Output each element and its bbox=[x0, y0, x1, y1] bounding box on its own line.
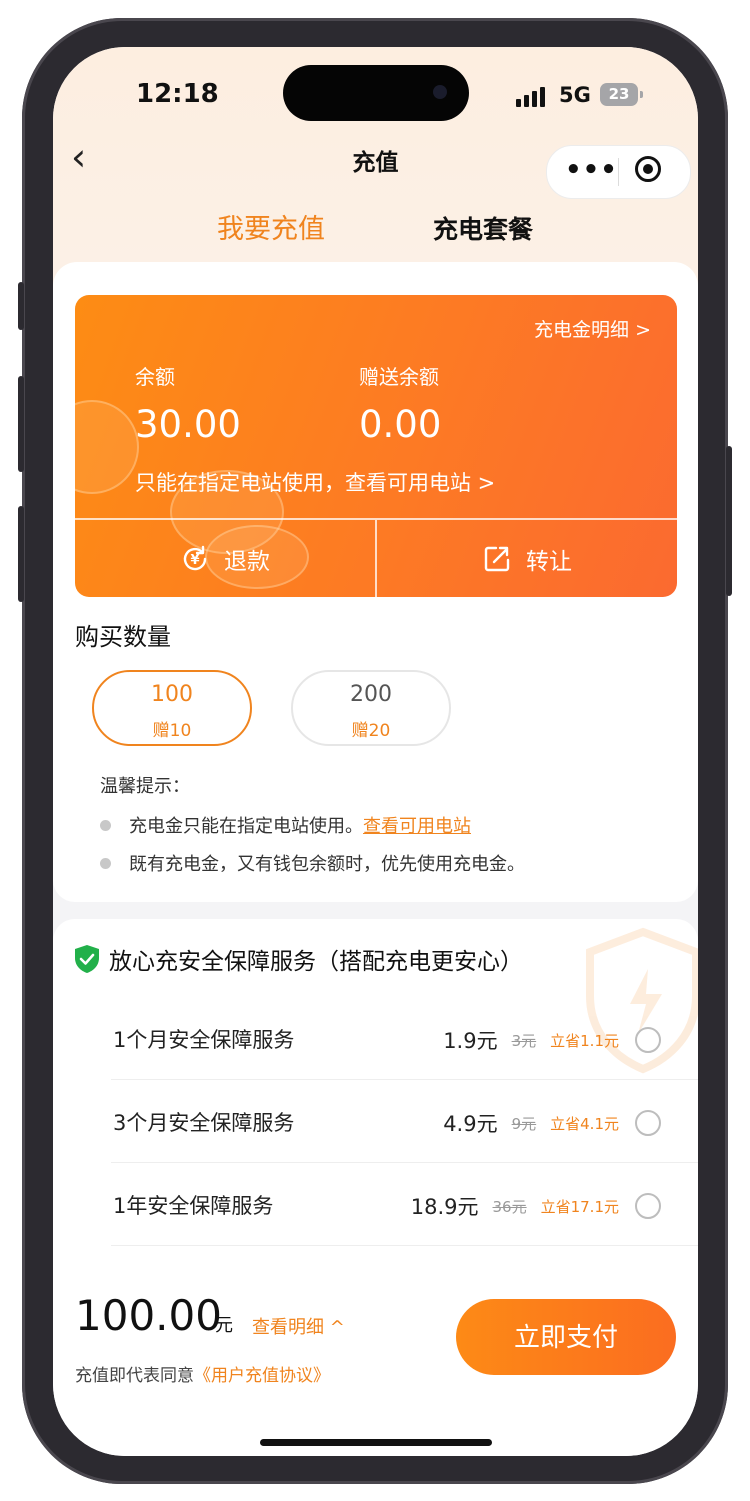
quantity-title: 购买数量 bbox=[75, 623, 171, 651]
insurance-plan-row[interactable]: 3个月安全保障服务 4.9元 9元 立省4.1元 bbox=[111, 1081, 698, 1163]
currency-unit: 元 bbox=[215, 1315, 233, 1336]
tip-item: 既有充电金，又有钱包余额时，优先使用充电金。 bbox=[100, 850, 525, 876]
transfer-button[interactable]: 转让 bbox=[377, 520, 677, 597]
balance-value: 30.00 bbox=[135, 403, 241, 446]
agreement-text: 充值即代表同意《用户充值协议》 bbox=[75, 1361, 330, 1386]
tip-item: 充电金只能在指定电站使用。查看可用电站 bbox=[100, 812, 471, 838]
plan-saving: 立省1.1元 bbox=[550, 1031, 619, 1050]
insurance-header: 放心充安全保障服务（搭配充电更安心） bbox=[73, 941, 523, 977]
more-button[interactable]: ••• bbox=[565, 157, 618, 183]
balance-card: 充电金明细 > 余额 赠送余额 30.00 0.00 只能在指定电站使用，查看可… bbox=[75, 295, 677, 597]
transfer-label: 转让 bbox=[526, 548, 572, 575]
phone-side-button bbox=[18, 376, 24, 472]
plan-radio[interactable] bbox=[635, 1110, 661, 1136]
phone-side-button bbox=[18, 506, 24, 602]
gift-balance-label: 赠送余额 bbox=[359, 365, 439, 389]
phone-side-button bbox=[18, 282, 24, 330]
close-target-icon[interactable] bbox=[635, 156, 661, 182]
checkout-bar: 100.00 元 查看明细 ^ 充值即代表同意《用户充值协议》 立即支付 bbox=[53, 1269, 698, 1456]
tab-charging-package[interactable]: 充电套餐 bbox=[433, 210, 533, 246]
available-stations-link[interactable]: 只能在指定电站使用，查看可用电站 > bbox=[135, 467, 495, 497]
signal-icon bbox=[516, 85, 550, 107]
quantity-option-200[interactable]: 200 赠20 bbox=[291, 670, 451, 746]
refund-button[interactable]: ¥ 退款 bbox=[75, 520, 375, 597]
option-amount: 100 bbox=[151, 682, 193, 707]
option-bonus: 赠10 bbox=[152, 721, 192, 741]
plan-name: 3个月安全保障服务 bbox=[113, 1111, 295, 1135]
capsule-divider bbox=[618, 158, 619, 186]
view-stations-link[interactable]: 查看可用电站 bbox=[363, 816, 471, 837]
plan-saving: 立省4.1元 bbox=[550, 1114, 619, 1133]
mini-program-capsule: ••• bbox=[546, 145, 691, 199]
home-indicator[interactable] bbox=[260, 1439, 492, 1446]
agreement-prefix: 充值即代表同意 bbox=[75, 1366, 194, 1386]
coin-decoration bbox=[75, 400, 139, 494]
plan-price: 4.9元 bbox=[443, 1112, 498, 1136]
shield-check-icon bbox=[75, 945, 99, 973]
refund-icon: ¥ bbox=[183, 545, 207, 570]
plan-original-price: 9元 bbox=[511, 1114, 537, 1133]
insurance-plan-row[interactable]: 1个月安全保障服务 1.9元 3元 立省1.1元 bbox=[111, 998, 698, 1080]
total-amount: 100.00 bbox=[75, 1291, 222, 1340]
plan-price: 18.9元 bbox=[410, 1195, 479, 1219]
dynamic-island bbox=[283, 65, 469, 121]
phone-side-button bbox=[726, 446, 732, 596]
view-detail-link[interactable]: 查看明细 ^ bbox=[252, 1313, 345, 1339]
tip-text: 既有充电金，又有钱包余额时，优先使用充电金。 bbox=[129, 854, 525, 875]
gift-balance-value: 0.00 bbox=[359, 403, 442, 446]
bullet-dot bbox=[100, 819, 111, 831]
plan-radio[interactable] bbox=[635, 1027, 661, 1053]
plan-price: 1.9元 bbox=[443, 1029, 498, 1053]
tip-text: 充电金只能在指定电站使用。 bbox=[129, 816, 363, 837]
bullet-dot bbox=[100, 857, 111, 869]
refund-label: 退款 bbox=[224, 548, 270, 575]
balance-detail-link[interactable]: 充电金明细 > bbox=[534, 315, 651, 342]
plan-name: 1年安全保障服务 bbox=[113, 1194, 274, 1218]
plan-saving: 立省17.1元 bbox=[540, 1197, 619, 1216]
status-time: 12:18 bbox=[136, 79, 219, 109]
plan-original-price: 36元 bbox=[492, 1197, 527, 1216]
tips-title: 温馨提示： bbox=[100, 776, 190, 797]
share-icon bbox=[484, 546, 510, 571]
pay-now-button[interactable]: 立即支付 bbox=[456, 1299, 676, 1375]
option-amount: 200 bbox=[350, 682, 392, 707]
network-label: 5G bbox=[559, 83, 591, 107]
agreement-link[interactable]: 《用户充值协议》 bbox=[194, 1366, 330, 1386]
balance-label: 余额 bbox=[135, 365, 175, 389]
plan-name: 1个月安全保障服务 bbox=[113, 1028, 295, 1052]
insurance-title: 放心充安全保障服务（搭配充电更安心） bbox=[109, 949, 523, 975]
recharge-card: 充电金明细 > 余额 赠送余额 30.00 0.00 只能在指定电站使用，查看可… bbox=[53, 262, 698, 902]
plan-original-price: 3元 bbox=[511, 1031, 537, 1050]
plan-radio[interactable] bbox=[635, 1193, 661, 1219]
tab-recharge[interactable]: 我要充值 bbox=[217, 207, 325, 246]
option-bonus: 赠20 bbox=[351, 721, 391, 741]
refund-icon-glyph: ¥ bbox=[190, 553, 199, 568]
status-bar: 12:18 5G 23 bbox=[53, 47, 698, 137]
phone-screen: 12:18 5G 23 ‹ 充值 ••• 我要充值 充电套餐 充电金明细 > 余… bbox=[53, 47, 698, 1456]
battery-icon: 23 bbox=[600, 83, 643, 106]
insurance-card: 放心充安全保障服务（搭配充电更安心） 1个月安全保障服务 1.9元 3元 立省1… bbox=[53, 919, 698, 1319]
quantity-option-100[interactable]: 100 赠10 bbox=[92, 670, 252, 746]
camera-icon bbox=[433, 85, 447, 99]
insurance-plan-row[interactable]: 1年安全保障服务 18.9元 36元 立省17.1元 bbox=[111, 1164, 698, 1246]
